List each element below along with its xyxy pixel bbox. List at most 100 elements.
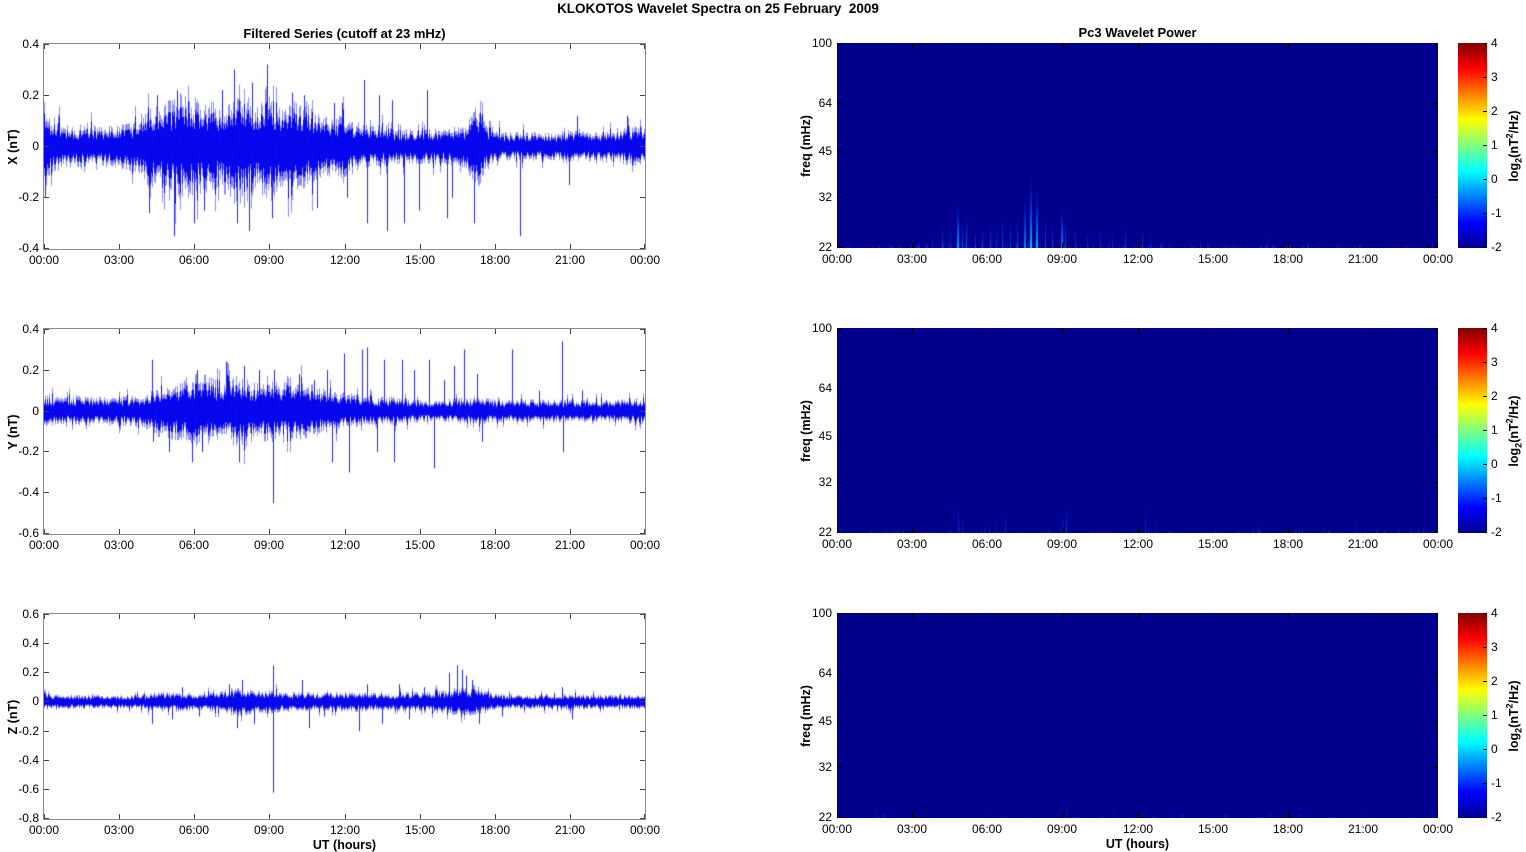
colorbar-tick-label: -2 xyxy=(1491,810,1502,824)
y-tick-label: 100 xyxy=(811,321,832,335)
x-tickmark-top xyxy=(119,329,120,334)
z-wavelet-panel: freq (mHz) UT (hours) 100 64 45 32 22 00:00 03… xyxy=(799,607,1453,851)
x-tick-label: 15:00 xyxy=(1197,822,1229,836)
x-tickmark xyxy=(1288,813,1289,818)
colorbar-label: log2(nT2/Hz) xyxy=(1504,679,1524,752)
x-tickmark-top xyxy=(1062,328,1063,333)
y-tickmark xyxy=(837,197,842,198)
left-x-axis-label: UT (hours) xyxy=(312,838,377,852)
y-tick-label: -0.2 xyxy=(18,724,39,738)
y-tick-label: 0.4 xyxy=(22,636,39,650)
x-tickmark xyxy=(1288,243,1289,248)
x-tick-label: 12:00 xyxy=(329,253,361,267)
x-tickmark xyxy=(194,529,195,534)
y-tickmark-right xyxy=(640,492,645,493)
y-tick-label: -0.2 xyxy=(18,190,39,204)
y-tickmark-right xyxy=(640,731,645,732)
x-tickmark-top xyxy=(987,328,988,333)
x-tickmark xyxy=(1363,813,1364,818)
y-tickmark xyxy=(44,411,49,412)
colorbar-label-wrap: log2(nT2/Hz) xyxy=(1504,613,1524,818)
colorbar-tickmark xyxy=(1483,817,1487,818)
x-tickmark xyxy=(1213,243,1214,248)
y-tick-label: 32 xyxy=(818,190,832,204)
x-tickmark-top xyxy=(44,44,45,49)
y-tick-label: 100 xyxy=(811,36,832,50)
x-tick-label: 00:00 xyxy=(28,823,60,837)
colorbar-tickmark xyxy=(1483,430,1487,431)
x-tickmark xyxy=(570,814,571,819)
y-tickmark-right xyxy=(640,672,645,673)
x-tick-label: 00:00 xyxy=(1422,822,1454,836)
y-tick-label: 64 xyxy=(818,96,832,110)
x-tickmark xyxy=(1138,243,1139,248)
x-tickmark-top xyxy=(1437,328,1438,333)
y-tick-label: 0.6 xyxy=(22,607,39,621)
y-tickmark xyxy=(44,370,49,371)
right-x-axis-label: UT (hours) xyxy=(1105,837,1170,851)
x-tick-label: 15:00 xyxy=(1197,537,1229,551)
x-tickmark-top xyxy=(495,614,496,619)
x-tickmark-top xyxy=(269,614,270,619)
x-tickmark xyxy=(194,814,195,819)
y-tick-label: 45 xyxy=(818,429,832,443)
x-tick-label: 12:00 xyxy=(1122,537,1154,551)
colorbar-label: log2(nT2/Hz) xyxy=(1504,394,1524,467)
colorbar-tick-label: 2 xyxy=(1491,104,1498,118)
x-tickmark-top xyxy=(119,614,120,619)
x-tickmark xyxy=(1363,243,1364,248)
x-tickmark xyxy=(1062,243,1063,248)
x-tickmark xyxy=(912,528,913,533)
y-tick-label: -0.4 xyxy=(18,485,39,499)
x-tick-label: 18:00 xyxy=(479,538,511,552)
colorbar-tickmark xyxy=(1483,396,1487,397)
colorbar-tick-label: 4 xyxy=(1491,321,1498,335)
x-tick-label: 21:00 xyxy=(1347,537,1379,551)
x-tick-label: 03:00 xyxy=(896,252,928,266)
x-tick-label: 03:00 xyxy=(103,538,135,552)
y-tickmark xyxy=(44,760,49,761)
left-column-title: Filtered Series (cutoff at 23 mHz) xyxy=(243,26,446,41)
x-tick-label: 12:00 xyxy=(329,538,361,552)
x-tickmark xyxy=(570,529,571,534)
y-tickmark-right xyxy=(1433,721,1438,722)
x-tickmark xyxy=(1363,528,1364,533)
x-tickmark-top xyxy=(1062,613,1063,618)
x-tickmark xyxy=(912,243,913,248)
y-tickmark xyxy=(44,643,49,644)
x-tick-label: 18:00 xyxy=(479,253,511,267)
x-tickmark xyxy=(1062,528,1063,533)
x-tickmark-top xyxy=(912,328,913,333)
x-tickmark xyxy=(1437,528,1438,533)
x-tickmark-top xyxy=(837,43,838,48)
x-tick-label: 21:00 xyxy=(554,823,586,837)
x-tickmark-top xyxy=(119,44,120,49)
x-tickmark xyxy=(644,529,645,534)
colorbar-y: 4 3 2 1 0 -1 -2 log2(nT2/Hz) xyxy=(1458,322,1523,538)
x-tickmark xyxy=(1437,813,1438,818)
colorbar-tick-label: 1 xyxy=(1491,423,1498,437)
x-tick-label: 00:00 xyxy=(629,538,661,552)
y-tick-label: -0.2 xyxy=(18,444,39,458)
x-tickmark xyxy=(570,244,571,249)
y-tick-label: 0.2 xyxy=(22,88,39,102)
x-tick-label: 03:00 xyxy=(896,822,928,836)
colorbar-tickmark xyxy=(1483,247,1487,248)
x-tick-label: 18:00 xyxy=(1272,252,1304,266)
x-tickmark xyxy=(44,814,45,819)
y-tickmark-right xyxy=(640,197,645,198)
x-tickmark-top xyxy=(1138,613,1139,618)
x-tickmark xyxy=(495,529,496,534)
y-tickmark xyxy=(837,151,842,152)
y-tickmark xyxy=(837,482,842,483)
x-tick-label: 15:00 xyxy=(404,823,436,837)
x-tick-label: 06:00 xyxy=(178,538,210,552)
colorbar-tickmark xyxy=(1483,362,1487,363)
y-wavelet-spectrogram xyxy=(837,328,1438,533)
y-tickmark-right xyxy=(1433,436,1438,437)
x-tick-label: 09:00 xyxy=(1046,537,1078,551)
x-tick-label: 15:00 xyxy=(1197,252,1229,266)
figure-title: KLOKOTOS Wavelet Spectra on 25 February … xyxy=(557,1,879,16)
y-tickmark-right xyxy=(640,760,645,761)
x-tick-label: 15:00 xyxy=(404,253,436,267)
